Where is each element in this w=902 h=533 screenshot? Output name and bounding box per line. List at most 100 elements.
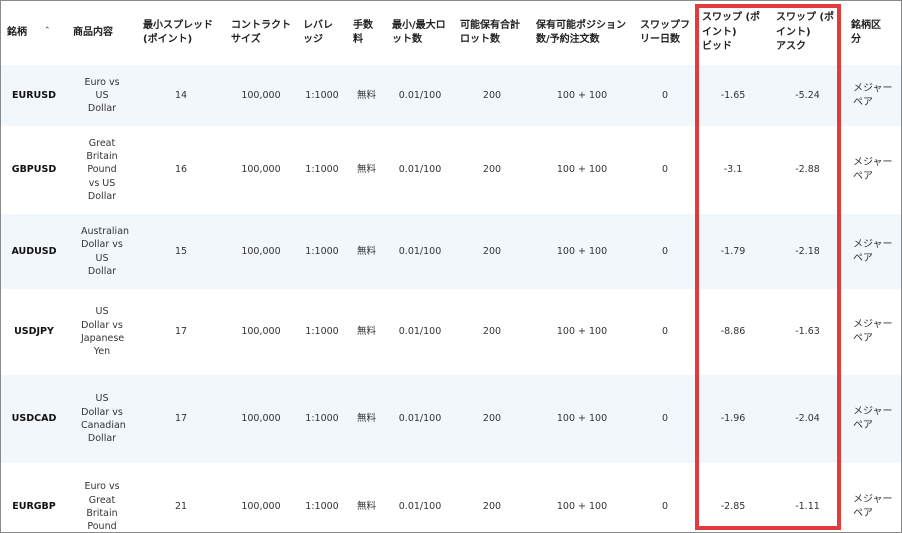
cell-commission: 無料 — [347, 463, 386, 532]
header-swap-bid[interactable]: スワップ (ポ イント) ビッド — [696, 1, 770, 65]
cell-classification: メジャーペア — [845, 463, 901, 532]
header-classification[interactable]: 銘柄区 分 — [845, 1, 901, 65]
header-description[interactable]: 商品内容 — [67, 1, 137, 65]
cell-positions-orders: 100 + 100 — [530, 463, 634, 532]
header-min-spread[interactable]: 最小スプレッド (ポイント) — [137, 1, 225, 65]
table-row[interactable]: EURUSD Euro vs US Dollar 14 100,000 1:10… — [1, 65, 901, 126]
cell-positions-orders: 100 + 100 — [530, 214, 634, 289]
header-lot-min-max[interactable]: 最小/最大ロ ット数 — [386, 1, 454, 65]
cell-lot-min-max: 0.01/100 — [386, 126, 454, 214]
cell-commission: 無料 — [347, 126, 386, 214]
cell-commission: 無料 — [347, 65, 386, 126]
cell-commission: 無料 — [347, 214, 386, 289]
table-row[interactable]: EURGBP Euro vs Great Britain Pound 21 10… — [1, 463, 901, 532]
header-commission[interactable]: 手数 料 — [347, 1, 386, 65]
cell-swap-free-days: 0 — [634, 214, 696, 289]
header-leverage[interactable]: レバレ ッジ — [297, 1, 347, 65]
cell-leverage: 1:1000 — [297, 289, 347, 375]
header-total-lots[interactable]: 可能保有合計 ロット数 — [454, 1, 530, 65]
cell-lot-min-max: 0.01/100 — [386, 375, 454, 463]
header-swap-free-days[interactable]: スワップフ リー日数 — [634, 1, 696, 65]
cell-swap-ask: -5.24 — [770, 65, 845, 126]
cell-description: Australian Dollar vs US Dollar — [67, 214, 137, 289]
cell-total-lots: 200 — [454, 375, 530, 463]
cell-classification: メジャーペア — [845, 126, 901, 214]
cell-swap-bid: -8.86 — [696, 289, 770, 375]
cell-swap-bid: -2.85 — [696, 463, 770, 532]
cell-total-lots: 200 — [454, 214, 530, 289]
cell-swap-free-days: 0 — [634, 126, 696, 214]
table-row[interactable]: USDJPY US Dollar vs Japanese Yen 17 100,… — [1, 289, 901, 375]
header-swap-ask[interactable]: スワップ (ポ イント) アスク — [770, 1, 845, 65]
header-symbol[interactable]: 銘柄 ˆ — [1, 1, 67, 65]
cell-symbol: USDCAD — [1, 375, 67, 463]
cell-lot-min-max: 0.01/100 — [386, 463, 454, 532]
sort-indicator-icon[interactable]: ˆ — [45, 26, 50, 39]
header-label: 銘柄 — [7, 26, 27, 38]
cell-leverage: 1:1000 — [297, 375, 347, 463]
cell-description: US Dollar vs Canadian Dollar — [67, 375, 137, 463]
table-row[interactable]: AUDUSD Australian Dollar vs US Dollar 15… — [1, 214, 901, 289]
cell-classification: メジャーペア — [845, 65, 901, 126]
cell-leverage: 1:1000 — [297, 65, 347, 126]
header-positions-orders[interactable]: 保有可能ポジション 数/予約注文数 — [530, 1, 634, 65]
cell-contract-size: 100,000 — [225, 126, 297, 214]
cell-min-spread: 17 — [137, 375, 225, 463]
currency-pairs-table: 銘柄 ˆ 商品内容 最小スプレッド (ポイント) コントラクト サイズ レバレ ッ… — [1, 1, 901, 532]
cell-swap-ask: -2.18 — [770, 214, 845, 289]
cell-total-lots: 200 — [454, 289, 530, 375]
cell-positions-orders: 100 + 100 — [530, 65, 634, 126]
cell-symbol: USDJPY — [1, 289, 67, 375]
cell-contract-size: 100,000 — [225, 289, 297, 375]
cell-total-lots: 200 — [454, 463, 530, 532]
cell-symbol: GBPUSD — [1, 126, 67, 214]
cell-total-lots: 200 — [454, 65, 530, 126]
cell-commission: 無料 — [347, 289, 386, 375]
cell-leverage: 1:1000 — [297, 214, 347, 289]
cell-symbol: EURGBP — [1, 463, 67, 532]
cell-swap-ask: -1.63 — [770, 289, 845, 375]
cell-swap-free-days: 0 — [634, 65, 696, 126]
cell-swap-bid: -1.79 — [696, 214, 770, 289]
cell-classification: メジャーペア — [845, 289, 901, 375]
cell-description: US Dollar vs Japanese Yen — [67, 289, 137, 375]
cell-lot-min-max: 0.01/100 — [386, 289, 454, 375]
cell-min-spread: 14 — [137, 65, 225, 126]
table-row[interactable]: USDCAD US Dollar vs Canadian Dollar 17 1… — [1, 375, 901, 463]
cell-total-lots: 200 — [454, 126, 530, 214]
table-header-row: 銘柄 ˆ 商品内容 最小スプレッド (ポイント) コントラクト サイズ レバレ ッ… — [1, 1, 901, 65]
cell-description: Euro vs US Dollar — [67, 65, 137, 126]
cell-min-spread: 17 — [137, 289, 225, 375]
cell-description: Euro vs Great Britain Pound — [67, 463, 137, 532]
cell-swap-ask: -2.88 — [770, 126, 845, 214]
cell-contract-size: 100,000 — [225, 214, 297, 289]
cell-lot-min-max: 0.01/100 — [386, 65, 454, 126]
cell-contract-size: 100,000 — [225, 463, 297, 532]
cell-positions-orders: 100 + 100 — [530, 126, 634, 214]
cell-swap-bid: -1.65 — [696, 65, 770, 126]
cell-swap-bid: -1.96 — [696, 375, 770, 463]
cell-commission: 無料 — [347, 375, 386, 463]
cell-symbol: EURUSD — [1, 65, 67, 126]
table-row[interactable]: GBPUSD Great Britain Pound vs US Dollar … — [1, 126, 901, 214]
cell-min-spread: 16 — [137, 126, 225, 214]
cell-leverage: 1:1000 — [297, 126, 347, 214]
cell-symbol: AUDUSD — [1, 214, 67, 289]
cell-contract-size: 100,000 — [225, 375, 297, 463]
cell-min-spread: 21 — [137, 463, 225, 532]
cell-swap-bid: -3.1 — [696, 126, 770, 214]
cell-lot-min-max: 0.01/100 — [386, 214, 454, 289]
cell-positions-orders: 100 + 100 — [530, 289, 634, 375]
cell-swap-free-days: 0 — [634, 463, 696, 532]
header-contract-size[interactable]: コントラクト サイズ — [225, 1, 297, 65]
cell-leverage: 1:1000 — [297, 463, 347, 532]
cell-description: Great Britain Pound vs US Dollar — [67, 126, 137, 214]
cell-classification: メジャーペア — [845, 214, 901, 289]
cell-swap-ask: -2.04 — [770, 375, 845, 463]
cell-swap-free-days: 0 — [634, 375, 696, 463]
cell-min-spread: 15 — [137, 214, 225, 289]
cell-classification: メジャーペア — [845, 375, 901, 463]
cell-positions-orders: 100 + 100 — [530, 375, 634, 463]
cell-contract-size: 100,000 — [225, 65, 297, 126]
cell-swap-free-days: 0 — [634, 289, 696, 375]
